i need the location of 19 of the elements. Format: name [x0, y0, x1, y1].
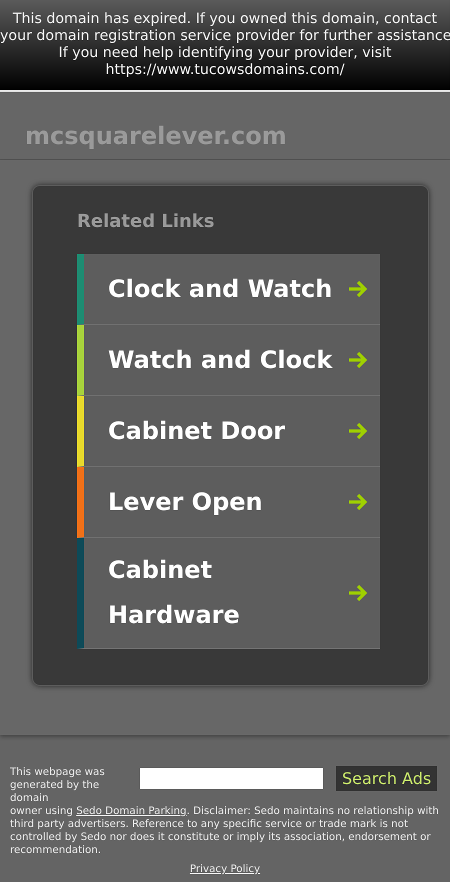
search-field[interactable] — [140, 768, 323, 789]
arrow-icon — [348, 584, 368, 602]
privacy-policy-link[interactable]: Privacy Policy — [190, 863, 260, 875]
arrow-icon — [348, 493, 368, 511]
banner-text-line: If you need help identifying your provider, visit — [58, 45, 392, 62]
banner-text-line: https://www.tucowsdomains.com/ — [104, 62, 346, 79]
arrow-icon — [348, 422, 368, 440]
banner-text-line: This domain has expired. If you owned this domain, contact — [12, 11, 438, 28]
related-link[interactable]: Watch and Clock — [77, 325, 380, 396]
related-link[interactable]: Lever Open — [77, 467, 380, 538]
related-link[interactable]: Clock and Watch — [77, 254, 380, 325]
related-link[interactable]: Cabinet Hardware — [77, 538, 380, 649]
section-title: Related Links — [77, 210, 214, 234]
arrow-icon — [348, 280, 368, 298]
sedo-parking-link[interactable]: Sedo Domain Parking — [76, 805, 187, 817]
related-link[interactable]: Cabinet Door — [77, 396, 380, 467]
search-ads-button[interactable]: Search Ads — [336, 766, 438, 791]
disclaimer-text: owner using Sedo Domain Parking. Disclaimer: Sedo maintains no relationship with third party advertisers. Reference to any specific service or trade mark is not controlled by Sedo nor does it constitute or imply its association, endorsement or recommendation. — [10, 805, 440, 857]
arrow-icon — [348, 351, 368, 369]
